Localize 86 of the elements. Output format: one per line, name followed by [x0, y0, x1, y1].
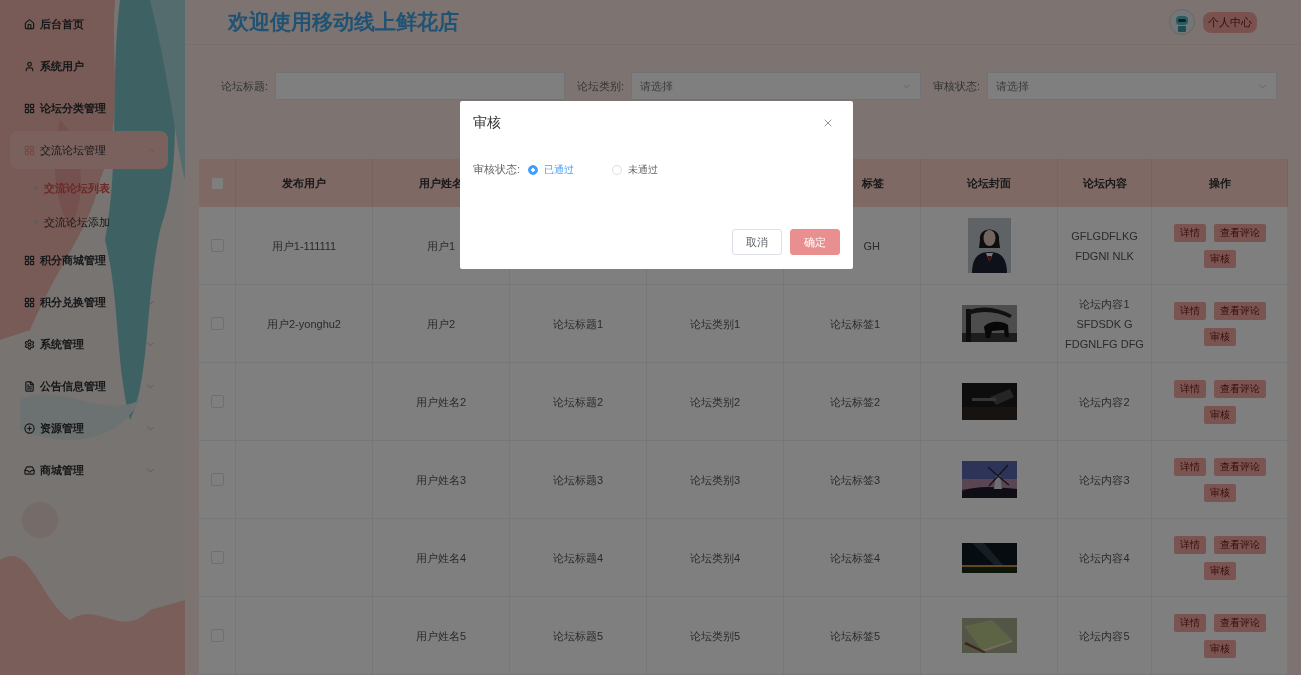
table-cell: 论坛内容5	[1058, 597, 1152, 675]
action-button[interactable]: 详情	[1173, 535, 1206, 554]
table-cell: 论坛标题1	[510, 285, 647, 363]
table-cell: 用户姓名3	[373, 441, 510, 519]
table-cell: 论坛内容2	[1058, 363, 1152, 441]
action-button[interactable]: 详情	[1173, 379, 1206, 398]
select-field[interactable]: 请选择	[987, 72, 1277, 100]
table-cell: 论坛标签5	[784, 597, 921, 675]
action-button[interactable]: 查看评论	[1213, 613, 1266, 632]
action-button[interactable]: 详情	[1173, 457, 1206, 476]
column-header: 操作	[1152, 159, 1288, 207]
table-cell: 论坛标题3	[510, 441, 647, 519]
action-button[interactable]: 审核	[1203, 249, 1236, 268]
action-button[interactable]: 查看评论	[1213, 535, 1266, 554]
table-cell: 论坛类别2	[647, 363, 784, 441]
column-header: 论坛内容	[1058, 159, 1152, 207]
inbox-icon	[24, 464, 35, 476]
radio-option[interactable]: 未通过	[612, 162, 659, 177]
table-cell: 用户2-yonghu2	[236, 285, 373, 363]
cancel-button[interactable]: 取消	[732, 229, 782, 255]
plus-circle-icon	[24, 422, 35, 434]
grid-icon	[24, 296, 35, 308]
table-cell: 论坛类别5	[647, 597, 784, 675]
action-button[interactable]: 查看评论	[1213, 223, 1266, 242]
menu-item[interactable]: 公告信息管理	[10, 367, 168, 405]
table-cell: 论坛标签1	[784, 285, 921, 363]
column-header: 发布用户	[236, 159, 373, 207]
action-button[interactable]: 审核	[1203, 483, 1236, 502]
table-cell: GFLGDFLKG FDGNI NLK	[1058, 207, 1152, 285]
table-cell: 论坛标题4	[510, 519, 647, 597]
action-button[interactable]: 审核	[1203, 327, 1236, 346]
action-button[interactable]: 详情	[1173, 301, 1206, 320]
menu-item[interactable]: 系统管理	[10, 325, 168, 363]
settings-icon	[24, 338, 35, 350]
confirm-button[interactable]: 确定	[790, 229, 840, 255]
grid-icon	[24, 254, 35, 266]
table-cell: 论坛内容4	[1058, 519, 1152, 597]
action-button[interactable]: 查看评论	[1213, 379, 1266, 398]
table-cell: 用户姓名5	[373, 597, 510, 675]
menu-item[interactable]: 论坛分类管理	[10, 89, 168, 127]
checkbox[interactable]	[210, 176, 224, 190]
menu-item[interactable]: 系统用户	[10, 47, 168, 85]
table-cell: 论坛类别1	[647, 285, 784, 363]
select-field[interactable]: 请选择	[631, 72, 921, 100]
avatar-icon[interactable]	[1169, 9, 1195, 35]
column-header: 论坛封面	[921, 159, 1058, 207]
document-icon	[24, 380, 35, 392]
table-cell: 论坛标题5	[510, 597, 647, 675]
table-cell: 论坛标题2	[510, 363, 647, 441]
field-label: 论坛类别:	[577, 78, 625, 94]
input-field[interactable]	[275, 72, 565, 100]
table-cell: 用户姓名4	[373, 519, 510, 597]
submenu-item[interactable]: 交流论坛添加	[0, 205, 185, 239]
field-label: 论坛标题:	[221, 78, 269, 94]
home-icon	[24, 18, 35, 30]
table-cell: 论坛内容3	[1058, 441, 1152, 519]
action-button[interactable]: 详情	[1173, 223, 1206, 242]
menu-item[interactable]: 积分商城管理	[10, 241, 168, 279]
table-cell: 论坛标签3	[784, 441, 921, 519]
table-cell: 用户1-111111	[236, 207, 373, 285]
menu-item[interactable]: 商城管理	[10, 451, 168, 489]
radio-option[interactable]: 已通过	[528, 162, 575, 177]
profile-button[interactable]: 个人中心	[1203, 11, 1257, 33]
menu-item[interactable]: 后台首页	[10, 5, 168, 43]
field-label: 审核状态:	[933, 78, 981, 94]
menu-item[interactable]: 交流论坛管理	[10, 131, 168, 169]
table-cell: 用户姓名2	[373, 363, 510, 441]
user-icon	[24, 60, 35, 72]
action-button[interactable]: 审核	[1203, 405, 1236, 424]
table-cell: 论坛类别3	[647, 441, 784, 519]
grid-icon	[24, 102, 35, 114]
action-button[interactable]: 查看评论	[1213, 301, 1266, 320]
table-cell: 用户2	[373, 285, 510, 363]
action-button[interactable]: 详情	[1173, 613, 1206, 632]
menu-item[interactable]: 积分兑换管理	[10, 283, 168, 321]
action-button[interactable]: 审核	[1203, 561, 1236, 580]
dialog-title: 审核	[473, 114, 501, 132]
close-button[interactable]	[822, 117, 834, 129]
menu-item[interactable]: 资源管理	[10, 409, 168, 447]
table-cell: 论坛标签2	[784, 363, 921, 441]
action-button[interactable]: 查看评论	[1213, 457, 1266, 476]
table-cell: 论坛内容1 SFDSDK G FDGNLFG DFG	[1058, 285, 1152, 363]
action-button[interactable]: 审核	[1203, 639, 1236, 658]
page-title: 欢迎使用移动线上鲜花店	[228, 9, 460, 35]
table-cell: 论坛标签4	[784, 519, 921, 597]
table-cell: 论坛类别4	[647, 519, 784, 597]
